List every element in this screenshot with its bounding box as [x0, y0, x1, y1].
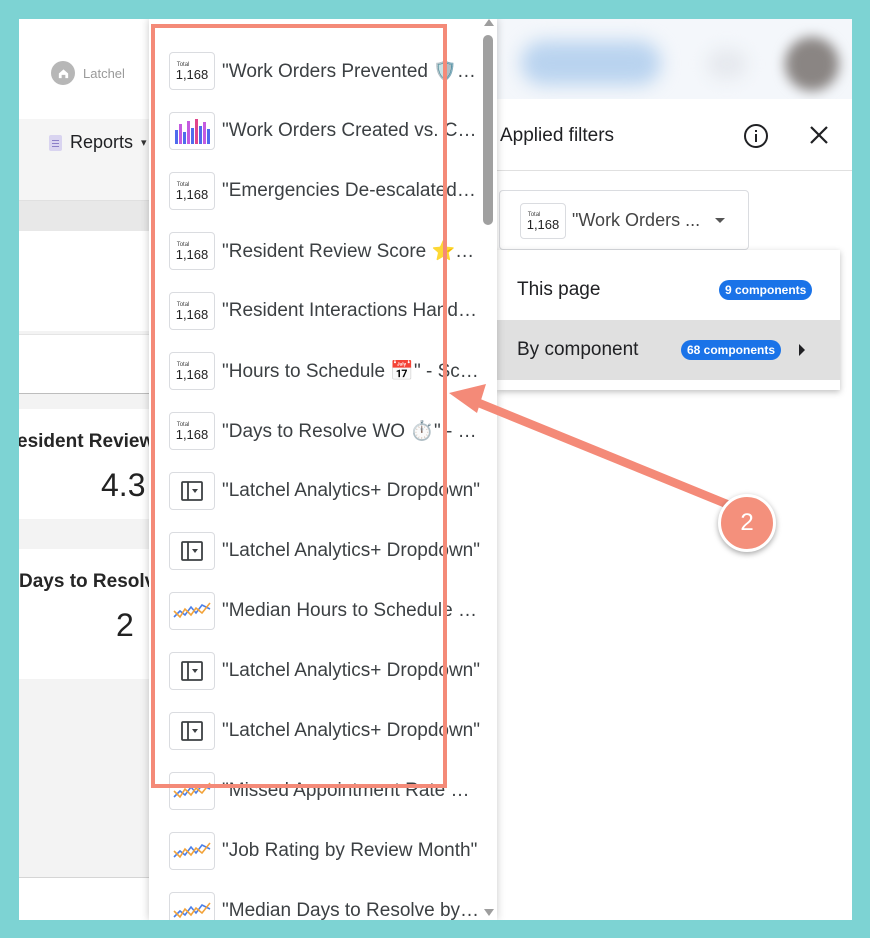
- blurred-element: [521, 41, 661, 85]
- scope-option-by-component[interactable]: By component 68 components: [497, 320, 840, 380]
- dropdown-control-icon: [169, 652, 215, 690]
- component-list-item-label: "Hours to Schedule 📅" - Scorecard: [222, 361, 480, 382]
- step-marker: 2: [718, 494, 776, 552]
- blurred-element: [707, 49, 747, 79]
- component-list-item[interactable]: "Latchel Analytics+ Dropdown": [149, 701, 497, 761]
- component-list-item-label: "Latchel Analytics+ Dropdown": [222, 480, 480, 501]
- scope-option-label: This page: [517, 279, 601, 300]
- kpi-title: Days to Resolv: [19, 571, 156, 592]
- component-list-item[interactable]: Total1,168 "Resident Interactions Handled…: [149, 281, 497, 341]
- screenshot-frame: Latchel Reports ▾ esident Review 4.3 Day…: [19, 19, 852, 920]
- line-chart-icon: [169, 892, 215, 920]
- kpi-value: 2: [116, 607, 134, 643]
- component-list-item[interactable]: "Median Days to Resolve by Month": [149, 881, 497, 920]
- component-list-item-label: "Days to Resolve WO ⏱️" - Scorecard: [222, 421, 480, 442]
- component-list-item-label: "Resident Interactions Handled" - Scorec…: [222, 300, 480, 321]
- panel-title: Applied filters: [500, 125, 615, 146]
- blurred-header: [497, 19, 852, 99]
- component-list-item-label: "Job Rating by Review Month": [222, 840, 478, 861]
- component-list-item-label: "Missed Appointment Rate by Month": [222, 780, 480, 801]
- component-list-item[interactable]: "Latchel Analytics+ Dropdown": [149, 521, 497, 581]
- component-list-item-label: "Resident Review Score ⭐" - Scorecard: [222, 241, 480, 262]
- scorecard-icon: Total 1,168: [169, 172, 215, 210]
- component-list-item[interactable]: "Latchel Analytics+ Dropdown": [149, 641, 497, 701]
- component-list-item[interactable]: "Missed Appointment Rate by Month": [149, 761, 497, 821]
- kpi-title: esident Review: [19, 431, 155, 452]
- component-list-item[interactable]: "Latchel Analytics+ Dropdown": [149, 461, 497, 521]
- scorecard-icon: Total 1,168: [520, 203, 566, 239]
- scorecard-icon: Total 1,168: [169, 52, 215, 90]
- component-list-item[interactable]: "Work Orders Created vs. Completed": [149, 101, 497, 161]
- component-list-item-label: "Median Days to Resolve by Month": [222, 900, 480, 920]
- latchel-logo[interactable]: Latchel: [51, 61, 125, 85]
- scorecard-icon: Total 1,168: [169, 412, 215, 450]
- component-count-badge: 9 components: [719, 280, 813, 300]
- report-card: [19, 231, 159, 331]
- component-list-item[interactable]: Total1,168 "Emergencies De-escalated" - S…: [149, 161, 497, 221]
- scroll-down-icon[interactable]: [484, 909, 494, 916]
- dropdown-control-icon: [169, 472, 215, 510]
- logo-text: Latchel: [83, 65, 125, 81]
- component-selector[interactable]: Total 1,168 "Work Orders ...: [499, 190, 749, 250]
- component-list-item-label: "Work Orders Created vs. Completed": [222, 120, 480, 141]
- selected-component-label: "Work Orders ...: [572, 210, 701, 230]
- component-list-item-label: "Median Hours to Schedule by Month": [222, 600, 480, 621]
- scorecard-icon: Total 1,168: [169, 352, 215, 390]
- report-card: [19, 709, 159, 819]
- applied-filters-panel: Applied filters Total 1,168 "Work Orders…: [497, 19, 852, 920]
- component-list-item-label: "Latchel Analytics+ Dropdown": [222, 720, 480, 741]
- component-list-item-label: "Latchel Analytics+ Dropdown": [222, 540, 480, 561]
- dropdown-control-icon: [169, 532, 215, 570]
- report-card: [19, 334, 159, 394]
- scope-option-label: By component: [517, 339, 639, 360]
- line-chart-icon: [169, 772, 215, 810]
- scorecard-icon: Total 1,168: [169, 292, 215, 330]
- scroll-thumb[interactable]: [483, 35, 493, 225]
- reports-menu[interactable]: Reports ▾: [49, 132, 147, 153]
- info-icon[interactable]: [743, 123, 769, 149]
- divider-strip: [19, 201, 159, 231]
- scroll-up-icon[interactable]: [484, 19, 494, 26]
- scope-menu: This page 9 components By component 68 c…: [497, 250, 840, 390]
- avatar[interactable]: [785, 37, 839, 91]
- bar-chart-icon: [169, 112, 215, 150]
- component-list-item[interactable]: "Job Rating by Review Month": [149, 821, 497, 881]
- panel-header: Applied filters: [497, 99, 852, 171]
- component-list-item-label: "Work Orders Prevented 🛡️" - Scorecard: [222, 61, 480, 82]
- component-list-item[interactable]: Total1,168 "Hours to Schedule 📅" - Scorec…: [149, 341, 497, 401]
- chevron-down-icon: [715, 218, 725, 223]
- close-icon[interactable]: [808, 124, 830, 146]
- component-dropdown-list[interactable]: Total1,168 "Work Orders Prevented 🛡️" - S…: [149, 19, 497, 920]
- report-card: [19, 877, 159, 920]
- chevron-down-icon: ▾: [141, 137, 147, 149]
- component-count-badge: 68 components: [681, 340, 782, 360]
- kpi-card: Days to Resolv 2: [19, 549, 159, 679]
- kpi-card: esident Review 4.3: [19, 409, 159, 519]
- line-chart-icon: [169, 832, 215, 870]
- chevron-right-icon: [799, 344, 805, 356]
- component-list-item[interactable]: Total1,168 "Work Orders Prevented 🛡️" - S…: [149, 41, 497, 101]
- dropdown-control-icon: [169, 712, 215, 750]
- component-list-item-label: "Latchel Analytics+ Dropdown": [222, 660, 480, 681]
- scorecard-icon: Total 1,168: [169, 232, 215, 270]
- kpi-value: 4.3: [101, 467, 146, 503]
- component-list-item[interactable]: Total1,168 "Resident Review Score ⭐" - Sc…: [149, 221, 497, 281]
- line-chart-icon: [169, 592, 215, 630]
- report-background: Latchel Reports ▾ esident Review 4.3 Day…: [19, 19, 159, 920]
- reports-label: Reports: [70, 132, 134, 152]
- document-icon: [49, 134, 62, 151]
- scope-option-this-page[interactable]: This page 9 components: [497, 260, 840, 320]
- component-list-item[interactable]: Total1,168 "Days to Resolve WO ⏱️" - Scor…: [149, 401, 497, 461]
- component-list-item[interactable]: "Median Hours to Schedule by Month": [149, 581, 497, 641]
- home-icon: [51, 61, 75, 85]
- component-list-item-label: "Emergencies De-escalated" - Scorecard: [222, 180, 480, 201]
